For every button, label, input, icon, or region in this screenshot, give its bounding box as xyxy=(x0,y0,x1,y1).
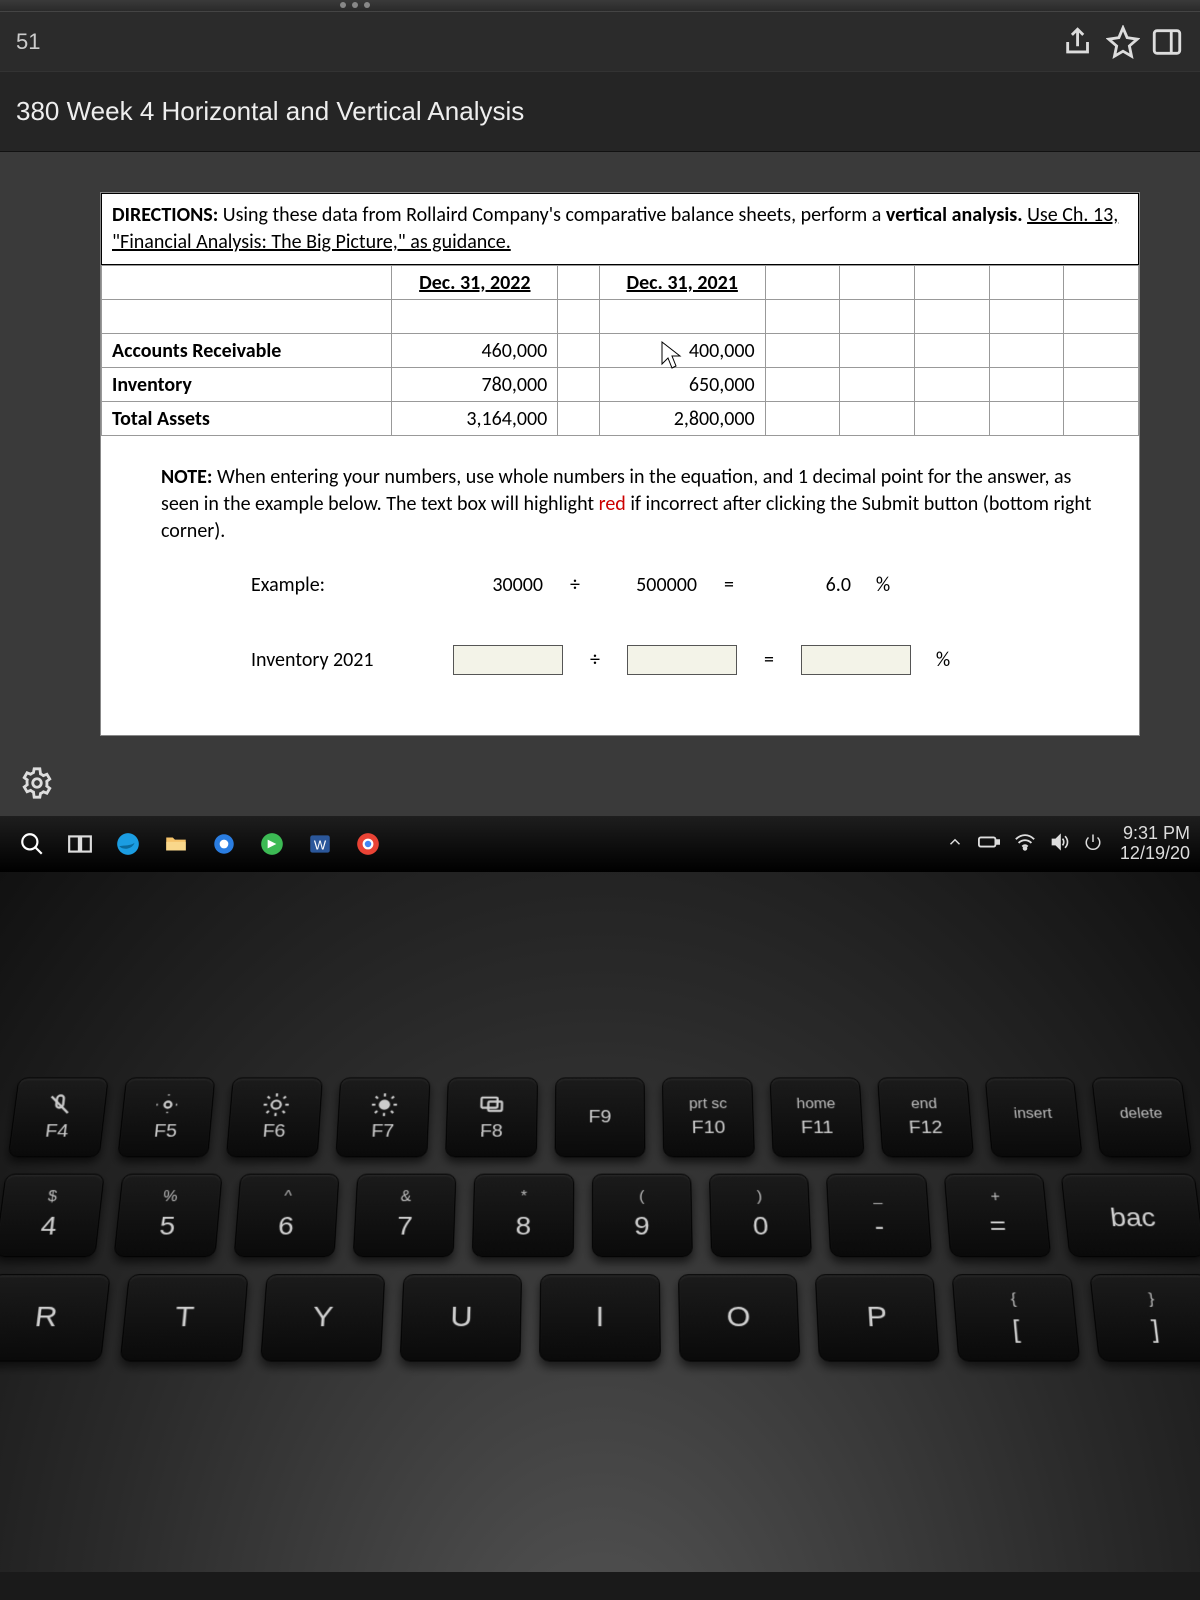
equals-symbol: = xyxy=(719,573,739,597)
keyboard-key: %5 xyxy=(114,1174,222,1257)
keyboard-key: R xyxy=(0,1274,111,1361)
keyboard-key: endF12 xyxy=(877,1078,974,1158)
keyboard-key: P xyxy=(815,1274,940,1361)
numerator-input[interactable] xyxy=(453,645,563,675)
panel-icon[interactable] xyxy=(1150,25,1184,59)
directions-text1: Using these data from Rollaird Company's… xyxy=(223,203,886,227)
app-icon-1[interactable] xyxy=(202,822,246,866)
wifi-icon[interactable] xyxy=(1014,833,1036,856)
keyboard-key: F5 xyxy=(117,1078,216,1158)
file-explorer-icon[interactable] xyxy=(154,822,198,866)
page-title-text: 380 Week 4 Horizontal and Vertical Analy… xyxy=(16,96,524,127)
keyboard-key: (9 xyxy=(592,1174,693,1257)
table-row: Accounts Receivable 460,000 400,000 xyxy=(102,334,1139,368)
keyboard-key: F9 xyxy=(554,1078,646,1158)
equals-symbol: = xyxy=(759,648,779,672)
example-row: Example: 30000 ÷ 500000 = 6.0 % xyxy=(101,555,1139,615)
browser-tab-strip xyxy=(0,0,1200,12)
percent-symbol: % xyxy=(933,648,953,672)
settings-gear-icon[interactable] xyxy=(20,766,54,805)
example-numerator: 30000 xyxy=(453,573,543,597)
address-bar[interactable]: 51 xyxy=(0,12,1200,72)
clock[interactable]: 9:31 PM 12/19/20 xyxy=(1120,824,1190,864)
input-label: Inventory 2021 xyxy=(251,648,431,672)
keyboard-key: )0 xyxy=(709,1174,812,1257)
svg-text:W: W xyxy=(314,837,327,852)
keyboard-key: prt scF10 xyxy=(662,1078,755,1158)
chevron-up-icon[interactable] xyxy=(946,833,964,856)
gear-area xyxy=(0,756,1200,816)
address-fragment: 51 xyxy=(16,29,40,55)
worksheet: DIRECTIONS: Using these data from Rollai… xyxy=(100,192,1140,736)
star-icon[interactable] xyxy=(1106,25,1140,59)
volume-icon[interactable] xyxy=(1050,833,1070,856)
note-red: red xyxy=(599,492,626,516)
balance-table: Dec. 31, 2022 Dec. 31, 2021 Accounts Rec… xyxy=(101,265,1139,436)
physical-keyboard: F4F5F6F7F8F9prt scF10homeF11endF12insert… xyxy=(0,872,1200,1572)
table-row: Total Assets 3,164,000 2,800,000 xyxy=(102,402,1139,436)
keyboard-key: += xyxy=(944,1174,1052,1257)
search-icon[interactable] xyxy=(10,822,54,866)
keyboard-key: O xyxy=(678,1274,801,1361)
keyboard-key: &7 xyxy=(353,1174,457,1257)
keyboard-key: bac xyxy=(1061,1174,1200,1257)
share-icon[interactable] xyxy=(1062,25,1096,59)
keyboard-key: F4 xyxy=(8,1078,109,1158)
col-2022: Dec. 31, 2022 xyxy=(392,266,558,300)
battery-icon[interactable] xyxy=(978,835,1000,854)
keyboard-key: F7 xyxy=(336,1078,431,1158)
directions-box: DIRECTIONS: Using these data from Rollai… xyxy=(101,193,1139,265)
example-answer: 6.0 xyxy=(761,573,851,597)
taskbar[interactable]: W 9:31 PM 12/19/20 xyxy=(0,816,1200,872)
keyboard-key: ^6 xyxy=(233,1174,339,1257)
clock-time: 9:31 PM xyxy=(1120,824,1190,844)
divide-symbol: ÷ xyxy=(585,648,605,672)
content-area: DIRECTIONS: Using these data from Rollai… xyxy=(0,152,1200,756)
percent-symbol: % xyxy=(873,573,893,597)
note-label: NOTE: xyxy=(161,465,212,489)
example-denominator: 500000 xyxy=(607,573,697,597)
edge-icon[interactable] xyxy=(106,822,150,866)
task-view-icon[interactable] xyxy=(58,822,102,866)
example-label: Example: xyxy=(251,573,431,597)
page-title: 380 Week 4 Horizontal and Vertical Analy… xyxy=(0,72,1200,152)
keyboard-key: {[ xyxy=(952,1274,1080,1361)
keyboard-key: }] xyxy=(1089,1274,1200,1361)
answer-input[interactable] xyxy=(801,645,911,675)
keyboard-key: Y xyxy=(260,1274,385,1361)
note-block: NOTE: When entering your numbers, use wh… xyxy=(101,436,1139,555)
table-row: Inventory 780,000 650,000 xyxy=(102,368,1139,402)
directions-bold: vertical analysis. xyxy=(886,203,1023,227)
input-row: Inventory 2021 ÷ = % xyxy=(101,615,1139,735)
app-icon-2[interactable] xyxy=(250,822,294,866)
keyboard-key: F6 xyxy=(226,1078,323,1158)
keyboard-key: homeF11 xyxy=(770,1078,865,1158)
denominator-input[interactable] xyxy=(627,645,737,675)
power-icon[interactable] xyxy=(1084,833,1102,856)
chrome-icon[interactable] xyxy=(346,822,390,866)
keyboard-key: insert xyxy=(984,1078,1083,1158)
col-2021: Dec. 31, 2021 xyxy=(599,266,765,300)
clock-date: 12/19/20 xyxy=(1120,844,1190,864)
keyboard-key: U xyxy=(400,1274,523,1361)
keyboard-key: $4 xyxy=(0,1174,105,1257)
keyboard-key: *8 xyxy=(472,1174,574,1257)
system-tray[interactable] xyxy=(946,833,1102,856)
word-icon[interactable]: W xyxy=(298,822,342,866)
keyboard-key: _- xyxy=(826,1174,932,1257)
directions-label: DIRECTIONS: xyxy=(112,203,218,227)
divide-symbol: ÷ xyxy=(565,573,585,597)
keyboard-key: F8 xyxy=(445,1078,538,1158)
keyboard-key: delete xyxy=(1092,1078,1193,1158)
keyboard-key: T xyxy=(120,1274,248,1361)
keyboard-key: I xyxy=(539,1274,660,1361)
